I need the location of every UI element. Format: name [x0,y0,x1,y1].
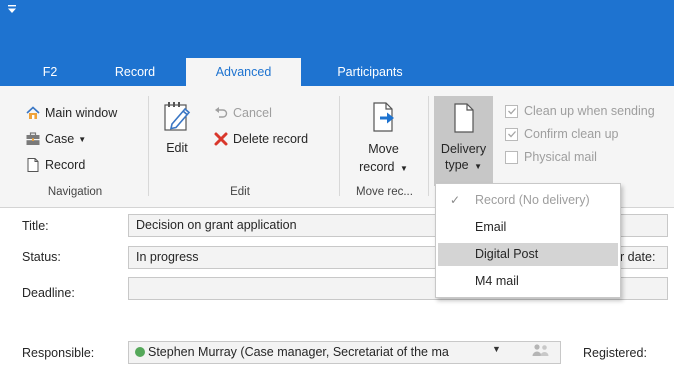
checkbox-empty-icon [505,150,518,164]
move-record-button[interactable]: Move record ▼ [346,101,421,177]
menu-item-m4-mail[interactable]: M4 mail [438,270,618,293]
menu-item-record-no-delivery[interactable]: ✓ Record (No delivery) [438,189,618,212]
deadline-label: Deadline: [22,286,75,300]
ribbon-separator [339,96,340,196]
physical-mail-checkbox[interactable]: Physical mail [505,150,597,164]
tab-record[interactable]: Record [105,58,165,86]
menu-item-label: M4 mail [475,274,519,288]
responsible-value: Stephen Murray (Case manager, Secretaria… [148,345,449,359]
physical-mail-label: Physical mail [524,150,597,164]
case-dropdown-icon: ▼ [78,134,87,144]
edit-group-label: Edit [230,186,250,198]
people-icon[interactable] [531,342,551,361]
edit-pencil-icon [160,100,194,136]
ribbon-separator [148,96,149,196]
menu-item-email[interactable]: Email [438,216,618,239]
tab-advanced[interactable]: Advanced [186,58,301,86]
navigation-group-label: Navigation [47,186,103,198]
move-group-label: Move rec... [356,186,413,198]
delete-record-label: Delete record [233,132,309,146]
case-label: Case [45,132,75,146]
menu-item-label: Record (No delivery) [475,193,590,207]
menu-item-label: Email [475,220,507,234]
move-label: Move [368,142,399,156]
delivery-type-menu: ✓ Record (No delivery) Email Digital Pos… [435,183,621,298]
main-window-button[interactable]: Main window [25,103,117,123]
responsible-dropdown-icon[interactable]: ▼ [492,344,501,354]
edit-label: Edit [166,141,188,155]
checkmark-icon [505,104,518,118]
registered-label: Registered: [583,346,647,360]
ribbon-tab-bar: F2 Record Advanced Participants [0,58,674,86]
quick-access-dropdown-icon[interactable] [8,5,16,16]
move-document-icon [346,101,421,137]
responsible-label: Responsible: [22,346,95,360]
undo-icon [213,105,229,121]
record-label: Record [45,158,86,172]
tab-participants[interactable]: Participants [323,58,417,86]
document-icon [25,157,41,173]
date-label-fragment: r date: [620,250,656,264]
status-dot-icon [135,347,145,357]
delivery-dropdown-icon: ▼ [474,162,483,171]
delete-x-icon [213,131,229,147]
move-dropdown-icon: ▼ [400,164,408,173]
delivery-type-label: type [444,158,469,172]
check-icon: ✓ [450,193,461,207]
status-label: Status: [22,250,61,264]
home-icon [25,105,41,121]
delivery-label: Delivery [440,142,487,156]
delete-record-button[interactable]: Delete record [213,129,308,149]
delivery-type-button[interactable]: Delivery type ▼ [434,96,493,186]
confirm-clean-up-checkbox[interactable]: Confirm clean up [505,127,619,141]
cancel-button[interactable]: Cancel [213,103,272,123]
clean-up-when-sending-checkbox[interactable]: Clean up when sending [505,104,655,118]
edit-button[interactable]: Edit [160,100,194,156]
case-folder-icon [25,131,41,147]
clean-up-when-sending-label: Clean up when sending [524,104,655,118]
move-record-label: record [359,160,395,174]
tab-f2[interactable]: F2 [27,58,73,86]
menu-item-label: Digital Post [475,247,539,261]
window-title-bar [0,0,674,58]
menu-item-digital-post[interactable]: Digital Post [438,243,618,266]
case-button[interactable]: Case ▼ [25,129,86,149]
record-button[interactable]: Record [25,155,85,175]
ribbon-separator [428,96,429,196]
main-window-label: Main window [45,106,118,120]
cancel-label: Cancel [233,106,272,120]
checkmark-icon [505,127,518,141]
confirm-clean-up-label: Confirm clean up [524,127,619,141]
delivery-document-icon [451,102,477,137]
title-label: Title: [22,219,49,233]
